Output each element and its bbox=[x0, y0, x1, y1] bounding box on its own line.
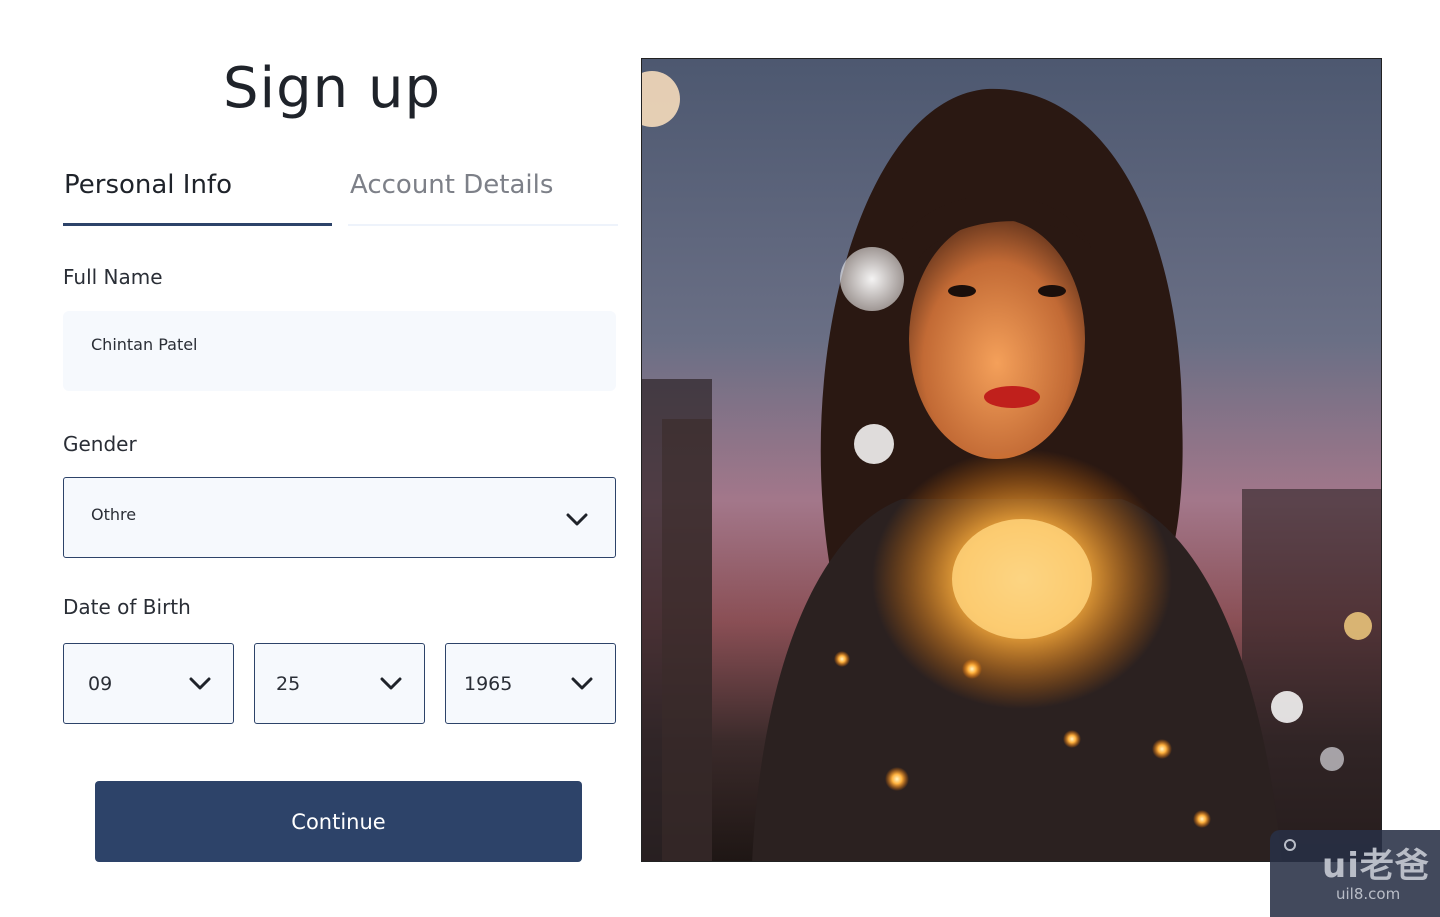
chevron-down-icon bbox=[380, 677, 402, 690]
full-name-label: Full Name bbox=[63, 265, 163, 289]
gender-value: Othre bbox=[91, 505, 137, 524]
watermark-url: uil8.com bbox=[1336, 885, 1401, 903]
chevron-down-icon bbox=[189, 677, 211, 690]
hero-photo bbox=[641, 58, 1382, 862]
gender-label: Gender bbox=[63, 432, 137, 456]
continue-button[interactable]: Continue bbox=[95, 781, 582, 862]
date-of-birth-label: Date of Birth bbox=[63, 595, 191, 619]
full-name-field[interactable]: Chintan Patel bbox=[63, 311, 616, 391]
dob-year-value: 1965 bbox=[464, 672, 513, 695]
chevron-down-icon bbox=[566, 513, 588, 526]
dob-day-select[interactable]: 25 bbox=[254, 643, 425, 724]
chevron-down-icon bbox=[571, 677, 593, 690]
watermark-logo: ui老爸 bbox=[1322, 846, 1430, 886]
gender-select[interactable]: Othre bbox=[63, 477, 616, 558]
dob-year-select[interactable]: 1965 bbox=[445, 643, 616, 724]
watermark-dot-icon bbox=[1284, 839, 1296, 851]
watermark-badge: ui老爸 uil8.com bbox=[1270, 830, 1440, 917]
tab-personal-info[interactable]: Personal Info bbox=[64, 170, 232, 200]
inactive-tab-underline bbox=[348, 224, 618, 226]
active-tab-indicator bbox=[63, 223, 332, 226]
page-title: Sign up bbox=[223, 56, 441, 121]
dob-month-value: 09 bbox=[88, 672, 113, 695]
tab-account-details[interactable]: Account Details bbox=[350, 170, 553, 200]
dob-month-select[interactable]: 09 bbox=[63, 643, 234, 724]
dob-day-value: 25 bbox=[276, 672, 301, 695]
